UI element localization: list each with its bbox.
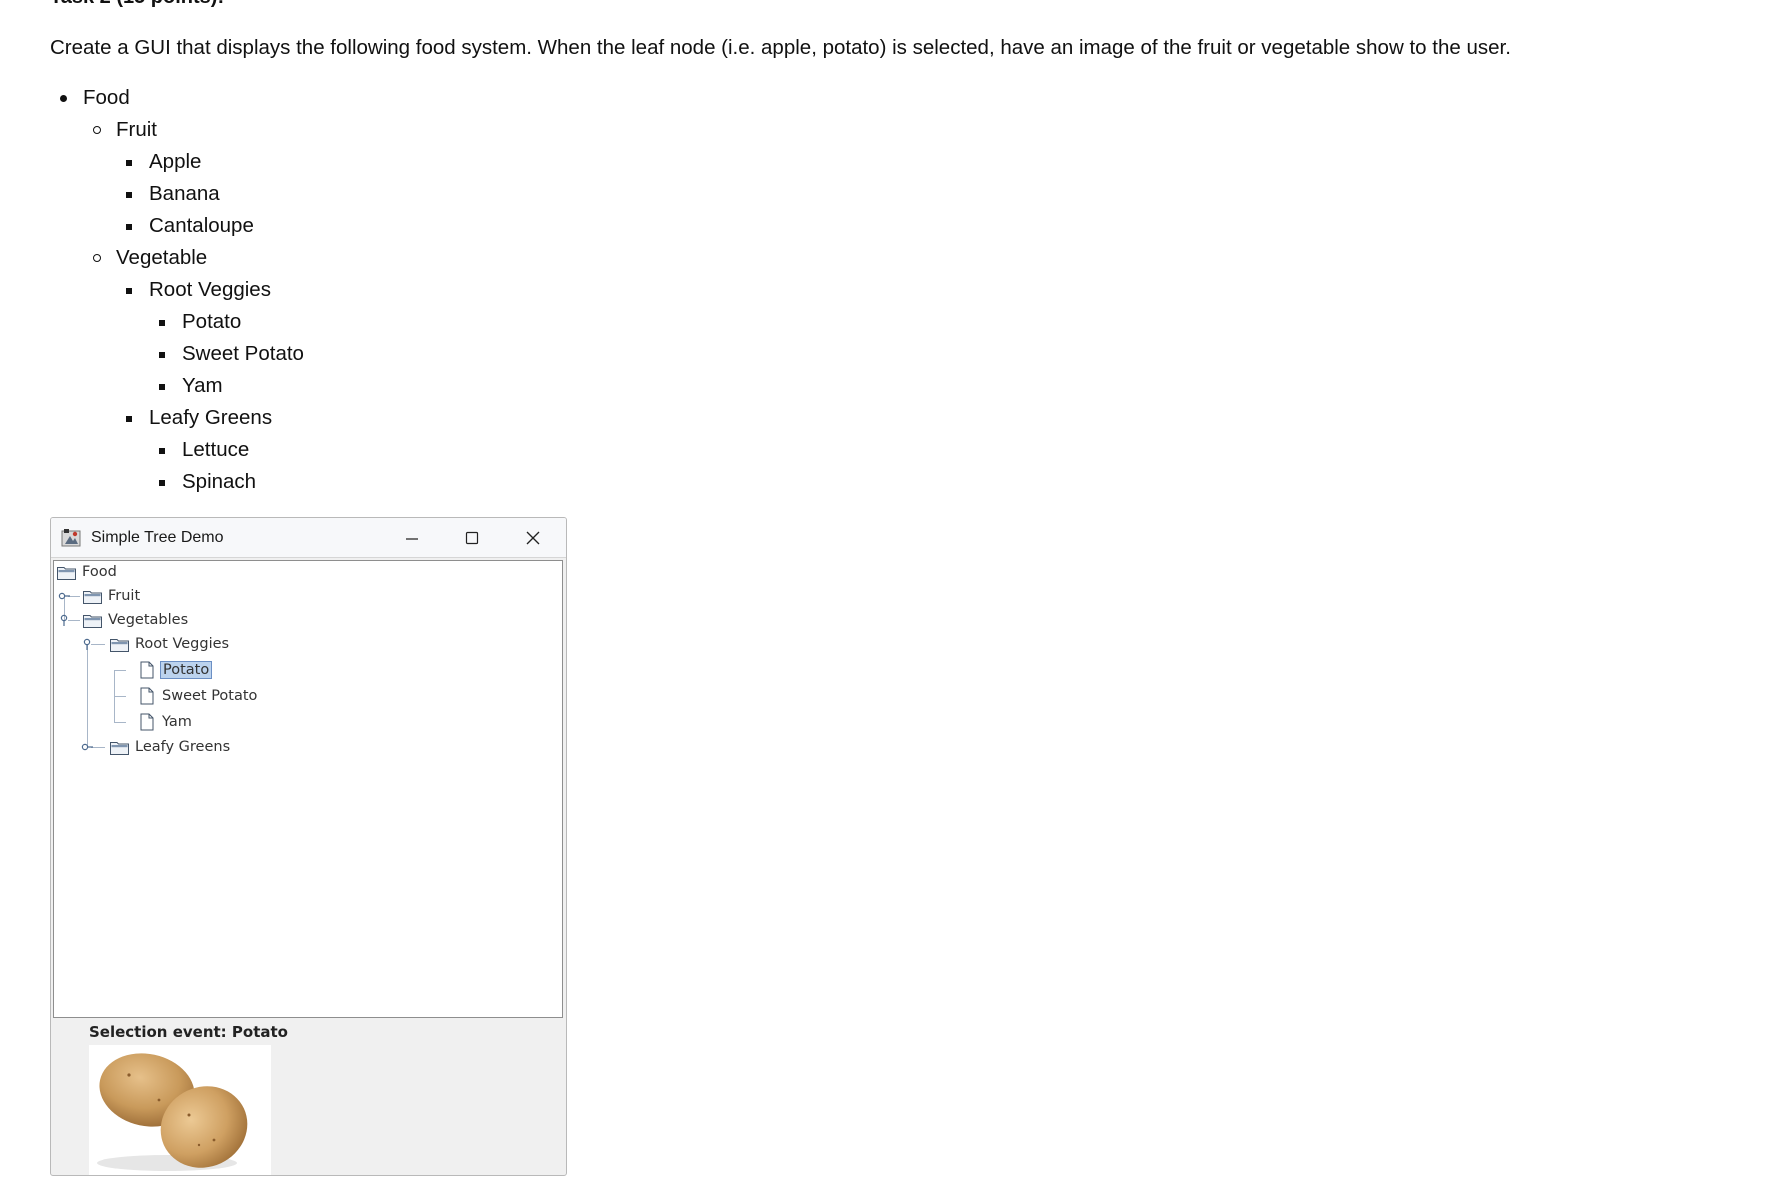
folder-icon [56,563,78,581]
outline-item: Leafy Greens [116,402,304,434]
outline-item: Root Veggies [116,274,304,306]
outline-item-text: Yam [182,374,223,397]
food-outline-list: Food Fruit Apple Banana Cantaloupe Vegetable R… [50,82,304,498]
bullet-marker [159,480,165,486]
outline-item-text: Food [83,86,130,109]
potato-image [97,1053,248,1171]
tree-node-label: Potato [160,661,213,679]
tree-node-food[interactable]: Food [56,561,119,583]
outline-item-text: Apple [149,150,202,173]
close-button[interactable] [516,525,550,551]
outline-item-text: Lettuce [182,438,250,461]
outline-item: Potato [149,306,304,338]
tree-connector-line [114,696,126,697]
outline-item: Food [50,82,304,114]
collapsed-handle-icon[interactable] [58,590,70,602]
bullet-marker [126,160,132,166]
folder-icon [109,635,131,653]
expanded-handle-icon[interactable] [81,638,93,650]
bullet-marker [126,416,132,422]
food-tree[interactable]: Food Fruit Vegetables Root Veggies Potato Swe… [53,560,563,1018]
outline-item: Yam [149,370,304,402]
bullet-marker [60,95,67,102]
outline-item-text: Banana [149,182,220,205]
tree-node-label: Leafy Greens [135,739,231,755]
simple-tree-demo-window: Simple Tree Demo Food Fruit Vegetables Root… [50,517,567,1176]
tree-node-label: Fruit [108,588,141,604]
collapsed-handle-icon[interactable] [81,741,93,753]
tree-connector-line [114,670,126,671]
tree-node-leafy-greens[interactable]: Leafy Greens [109,736,232,758]
outline-item-text: Sweet Potato [182,342,304,365]
file-icon [136,713,158,731]
tree-node-yam[interactable]: Yam [136,711,194,733]
folder-icon [82,611,104,629]
tree-node-label: Sweet Potato [162,688,258,704]
tree-connector-line [91,644,105,645]
bullet-marker [126,224,132,230]
outline-item: Banana [116,178,304,210]
task-description: Create a GUI that displays the following… [50,36,1511,59]
tree-node-potato[interactable]: Potato [136,659,213,681]
minimize-icon [406,538,418,540]
bullet-marker [93,254,101,262]
minimize-button[interactable] [395,525,429,551]
tree-connector-line [91,747,105,748]
tree-node-vegetables[interactable]: Vegetables [82,609,190,631]
folder-icon [109,738,131,756]
tree-node-label: Yam [162,714,192,730]
file-icon [136,687,158,705]
bullet-marker [126,288,132,294]
outline-item: Vegetable [83,242,304,274]
potato-image-panel [89,1045,271,1175]
outline-item-text: Potato [182,310,242,333]
outline-item-text: Vegetable [116,246,208,269]
outline-item: Fruit [83,114,304,146]
task-heading: Task 2 (15 points): [50,0,224,9]
bullet-marker [159,384,165,390]
bullet-marker [159,320,165,326]
outline-item-text: Spinach [182,470,257,493]
bullet-marker [93,126,101,134]
bullet-marker [159,448,165,454]
outline-item: Apple [116,146,304,178]
expanded-handle-icon[interactable] [58,614,70,626]
window-title: Simple Tree Demo [91,529,224,546]
tree-node-root-veggies[interactable]: Root Veggies [109,633,231,655]
java-duke-icon [61,529,81,547]
selection-event-label: Selection event: Potato [89,1023,288,1041]
maximize-button[interactable] [455,525,489,551]
file-icon [136,661,158,679]
outline-item: Spinach [149,466,304,498]
outline-item-text: Root Veggies [149,278,271,301]
tree-node-fruit[interactable]: Fruit [82,585,142,607]
folder-icon [82,587,104,605]
outline-item-text: Fruit [116,118,157,141]
tree-node-label: Vegetables [108,612,189,628]
maximize-icon [465,531,479,545]
outline-item-text: Cantaloupe [149,214,254,237]
tree-node-sweet-potato[interactable]: Sweet Potato [136,685,259,707]
tree-node-label: Root Veggies [135,636,230,652]
close-icon [526,531,540,545]
bullet-marker [159,352,165,358]
outline-item: Lettuce [149,434,304,466]
tree-connector-line [114,722,126,723]
tree-connector-line [87,644,88,747]
outline-item: Sweet Potato [149,338,304,370]
outline-item: Cantaloupe [116,210,304,242]
outline-item-text: Leafy Greens [149,406,273,429]
title-bar[interactable]: Simple Tree Demo [51,518,566,558]
tree-node-label: Food [82,564,117,580]
bullet-marker [126,192,132,198]
